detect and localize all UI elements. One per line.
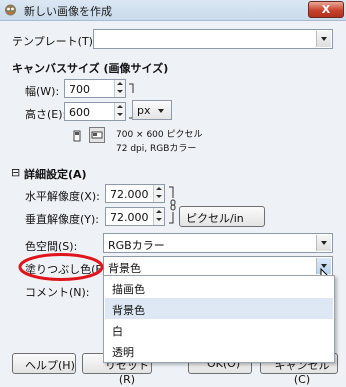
menu-item-label: 白 [112,325,123,338]
close-button[interactable]: X [308,1,344,18]
menu-item-label: 透明 [112,346,134,359]
chevron-down-icon[interactable] [316,31,331,47]
xres-label: 水平解像度(X): [25,190,100,203]
resolution-unit-button[interactable]: ピクセル/in [179,206,265,227]
width-input[interactable]: 700 [64,79,126,98]
yres-spinner[interactable] [153,208,164,225]
height-value: 600 [69,106,90,119]
menu-item-white[interactable]: 白 [105,319,333,340]
landscape-icon[interactable] [89,127,105,143]
gimp-app-icon [3,2,18,17]
menu-item-foreground[interactable]: 描画色 [105,277,333,298]
red-annotation-ellipse [18,252,104,285]
menu-item-transparent[interactable]: 透明 [105,340,333,361]
chevron-down-icon [158,109,164,113]
unit-value: px [137,104,151,117]
yres-value: 72.000 [110,211,149,224]
help-button[interactable]: ヘルプ(H) [12,353,76,374]
fill-value: 背景色 [108,262,141,275]
yres-label: 垂直解像度(Y): [25,213,100,226]
height-spinner[interactable] [114,103,125,120]
xres-spinner[interactable] [153,185,164,202]
menu-item-background[interactable]: 背景色 [105,298,333,319]
xres-value: 72.000 [110,188,149,201]
resolution-unit-value: ピクセル/in [186,212,244,225]
close-icon: X [321,3,331,16]
height-label: 高さ(E): [25,108,67,121]
template-combo[interactable] [93,29,333,49]
yres-input[interactable]: 72.000 [105,207,165,226]
title-bar: 新しい画像を作成 X [0,0,346,21]
colorspace-value: RGBカラー [108,239,165,252]
width-label: 幅(W): [25,85,60,98]
menu-item-label: 背景色 [112,304,145,317]
resolution-info: 72 dpi, RGBカラー [116,144,197,154]
window-title: 新しい画像を作成 [24,5,112,18]
comment-label: コメント(N): [25,286,90,299]
fill-combo[interactable]: 背景色 [103,256,333,276]
dialog-body: テンプレート(T): キャンバスサイズ (画像サイズ) 幅(W): 700 高さ… [0,21,346,387]
help-label: ヘルプ(H) [25,359,75,372]
width-spinner[interactable] [114,80,125,97]
menu-item-label: 描画色 [112,283,145,296]
canvas-size-info: 700 × 600 ピクセル [116,130,203,140]
width-value: 700 [69,83,90,96]
advanced-heading[interactable]: 詳細設定(A) [24,166,87,182]
template-label: テンプレート(T): [12,35,97,48]
advanced-expander-icon[interactable]: ⊟ [11,166,20,179]
chevron-down-icon[interactable] [316,235,331,251]
resolution-chain-icon[interactable] [168,186,178,227]
unit-combo[interactable]: px [132,100,172,120]
canvas-size-heading: キャンバスサイズ (画像サイズ) [12,62,169,75]
height-input[interactable]: 600 [64,102,126,121]
fill-dropdown-menu: 描画色 背景色 白 透明 [103,275,335,363]
colorspace-combo[interactable]: RGBカラー [103,233,333,253]
xres-input[interactable]: 72.000 [105,184,165,203]
portrait-icon[interactable] [70,129,84,143]
